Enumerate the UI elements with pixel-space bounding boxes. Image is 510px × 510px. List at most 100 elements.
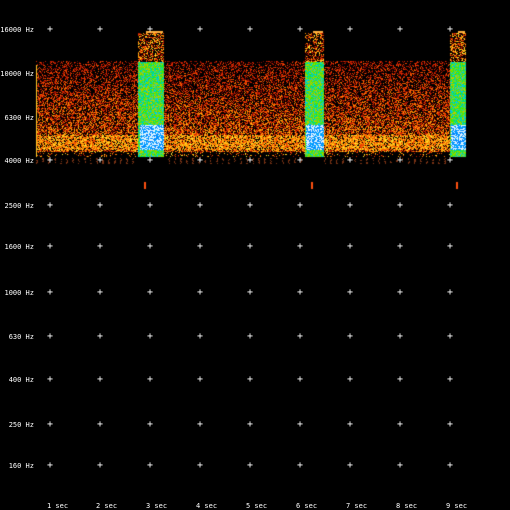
- grid-cross: +: [146, 331, 154, 342]
- grid-cross: +: [46, 419, 54, 430]
- time-label-4: 4 sec: [196, 502, 218, 510]
- freq-label-1600: 1600 Hz: [4, 243, 34, 251]
- grid-cross: +: [96, 24, 104, 35]
- grid-cross: +: [246, 200, 254, 211]
- grid-cross: +: [346, 24, 354, 35]
- grid-cross: +: [146, 374, 154, 385]
- grid-cross: +: [246, 331, 254, 342]
- grid-cross: +: [446, 419, 454, 430]
- grid-cross: +: [146, 241, 154, 252]
- grid-cross: +: [446, 374, 454, 385]
- grid-cross: +: [346, 155, 354, 166]
- grid-cross: +: [346, 200, 354, 211]
- freq-label-630: 630 Hz: [8, 333, 34, 341]
- grid-cross: +: [446, 287, 454, 298]
- grid-cross: +: [246, 419, 254, 430]
- grid-cross: +: [296, 24, 304, 35]
- grid-cross: +: [396, 155, 404, 166]
- time-label-6: 6 sec: [296, 502, 318, 510]
- grid-cross: +: [296, 331, 304, 342]
- grid-cross: +: [296, 374, 304, 385]
- grid-cross: +: [196, 200, 204, 211]
- grid-cross: +: [46, 24, 54, 35]
- grid-cross: +: [96, 374, 104, 385]
- grid-cross: +: [146, 287, 154, 298]
- grid-cross: +: [96, 155, 104, 166]
- grid-cross: +: [146, 200, 154, 211]
- grid-cross: +: [296, 155, 304, 166]
- freq-label-160: 160 Hz: [8, 462, 34, 470]
- freq-label-250: 250 Hz: [8, 421, 34, 429]
- grid-cross: +: [346, 331, 354, 342]
- grid-cross: +: [196, 419, 204, 430]
- grid-cross: +: [346, 419, 354, 430]
- grid-cross: +: [296, 460, 304, 471]
- grid-cross: +: [196, 24, 204, 35]
- grid-cross: +: [446, 241, 454, 252]
- grid-cross: +: [196, 331, 204, 342]
- grid-cross: +: [196, 155, 204, 166]
- grid-cross: +: [396, 331, 404, 342]
- grid-cross: +: [346, 460, 354, 471]
- grid-cross: +: [446, 155, 454, 166]
- grid-cross: +: [46, 331, 54, 342]
- time-label-3: 3 sec: [146, 502, 168, 510]
- grid-cross: +: [446, 24, 454, 35]
- grid-cross: +: [46, 241, 54, 252]
- grid-cross: +: [96, 200, 104, 211]
- grid-cross: +: [446, 460, 454, 471]
- grid-cross: +: [396, 419, 404, 430]
- grid-cross: +: [196, 374, 204, 385]
- grid-cross: +: [396, 374, 404, 385]
- grid-cross: +: [196, 241, 204, 252]
- grid-cross: +: [146, 155, 154, 166]
- grid-cross: +: [346, 241, 354, 252]
- freq-label-6300: 6300 Hz: [4, 114, 34, 122]
- grid-cross: +: [46, 200, 54, 211]
- grid-cross: +: [196, 460, 204, 471]
- grid-cross: +: [146, 460, 154, 471]
- grid-cross: +: [96, 287, 104, 298]
- grid-cross: +: [446, 200, 454, 211]
- grid-cross: +: [146, 24, 154, 35]
- freq-label-1000: 1000 Hz: [4, 289, 34, 297]
- grid-cross: +: [96, 419, 104, 430]
- freq-label-16000: 16000 Hz: [0, 26, 34, 34]
- time-label-2: 2 sec: [96, 502, 118, 510]
- grid-cross: +: [296, 200, 304, 211]
- grid-cross: +: [46, 460, 54, 471]
- grid-cross: +: [296, 287, 304, 298]
- grid-cross: +: [246, 241, 254, 252]
- grid-cross: +: [46, 155, 54, 166]
- grid-cross: +: [96, 460, 104, 471]
- time-label-7: 7 sec: [346, 502, 368, 510]
- freq-label-10000: 10000 Hz: [0, 70, 34, 78]
- grid-cross: +: [46, 287, 54, 298]
- grid-cross: +: [196, 287, 204, 298]
- grid-cross: +: [246, 460, 254, 471]
- grid-cross: +: [296, 419, 304, 430]
- grid-cross: +: [396, 460, 404, 471]
- grid-cross: +: [346, 287, 354, 298]
- grid-cross: +: [396, 200, 404, 211]
- grid-cross: +: [346, 374, 354, 385]
- grid-cross: +: [246, 287, 254, 298]
- grid-cross: +: [296, 241, 304, 252]
- grid-cross: +: [96, 241, 104, 252]
- freq-label-2500: 2500 Hz: [4, 202, 34, 210]
- time-label-1: 1 sec: [47, 502, 69, 510]
- grid-cross: +: [246, 24, 254, 35]
- spectrogram-canvas: [0, 0, 510, 510]
- grid-cross: +: [396, 287, 404, 298]
- grid-cross: +: [396, 241, 404, 252]
- time-label-9: 9 sec: [446, 502, 468, 510]
- grid-cross: +: [446, 331, 454, 342]
- grid-cross: +: [146, 419, 154, 430]
- time-label-5: 5 sec: [246, 502, 268, 510]
- grid-cross: +: [396, 24, 404, 35]
- freq-label-400: 400 Hz: [8, 376, 34, 384]
- grid-cross: +: [46, 374, 54, 385]
- grid-cross: +: [96, 331, 104, 342]
- grid-cross: +: [246, 374, 254, 385]
- grid-cross: +: [246, 155, 254, 166]
